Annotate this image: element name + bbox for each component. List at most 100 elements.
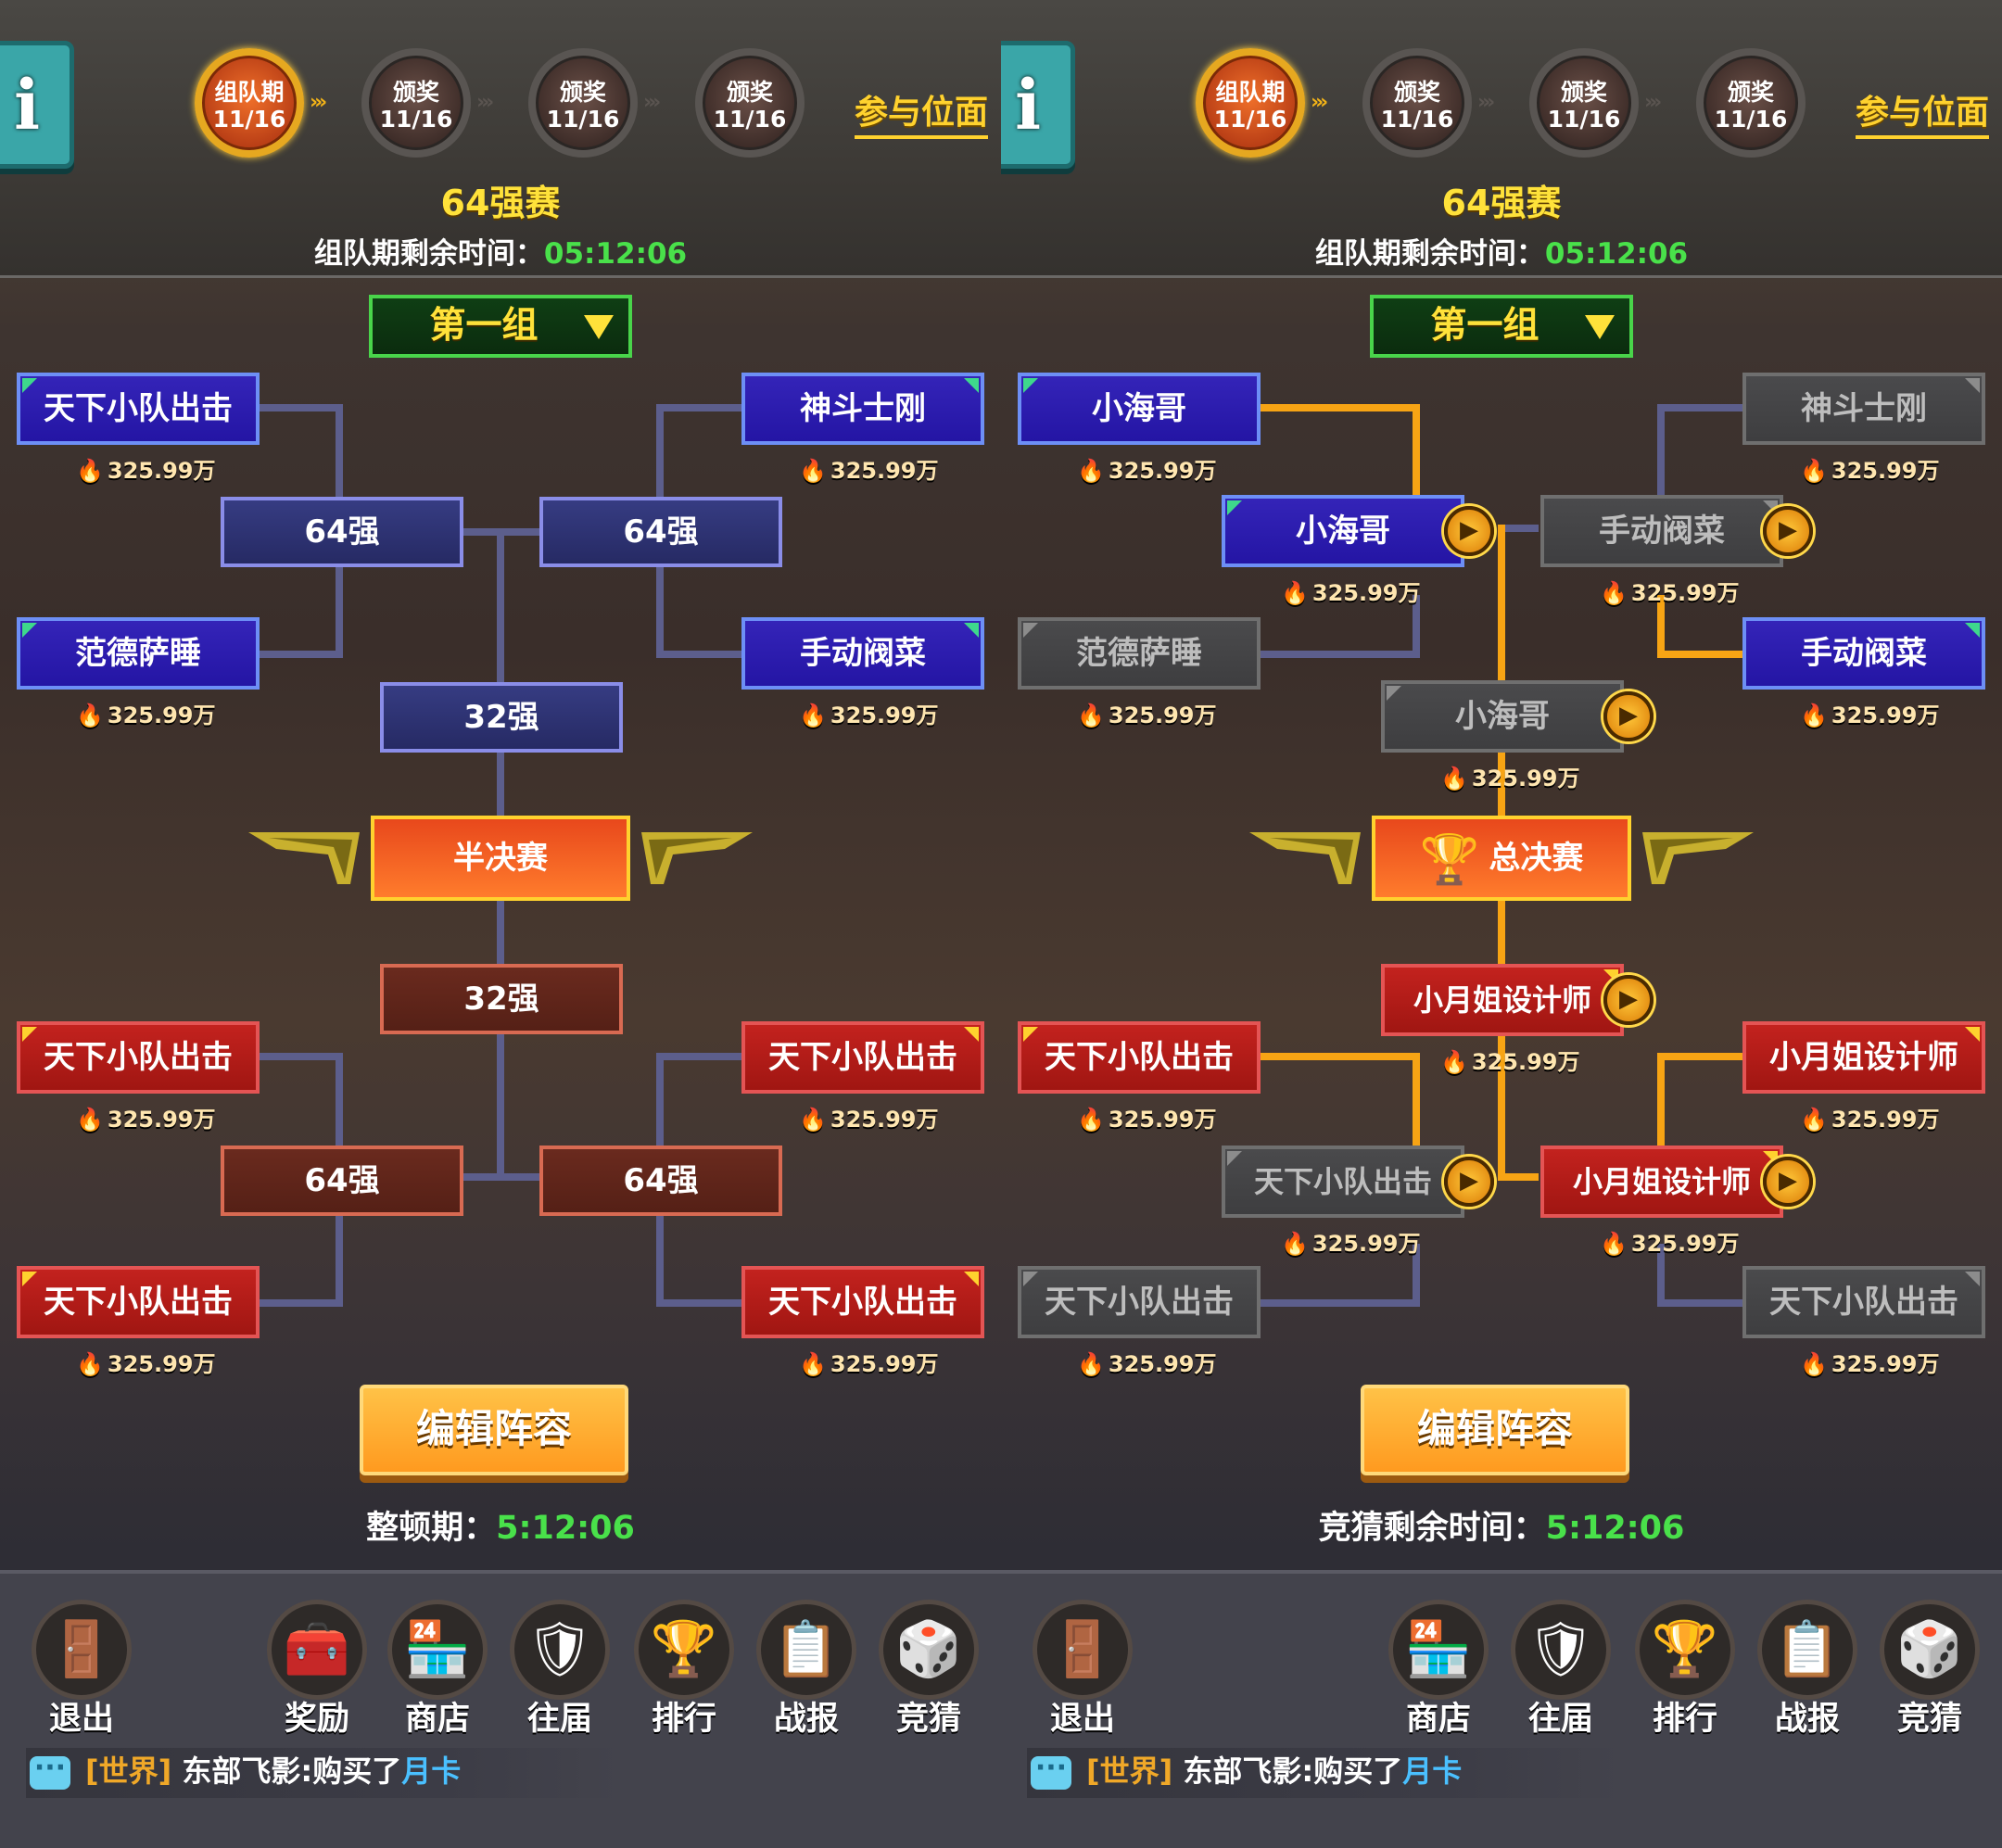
round-64-slot[interactable]: 64强	[221, 497, 463, 567]
team-slot[interactable]: 天下小队出击	[741, 1021, 984, 1094]
info-button[interactable]: i	[0, 41, 74, 169]
team-slot[interactable]: 天下小队出击	[1018, 1266, 1261, 1338]
history-button[interactable]: 🛡 往届	[1511, 1600, 1611, 1740]
team-power: 🔥 325.99万	[1800, 702, 1940, 728]
team-slot[interactable]: 手动阀菜	[741, 617, 984, 690]
team-slot[interactable]: 天下小队出击	[17, 1266, 260, 1338]
play-icon[interactable]: ▶	[1444, 1157, 1494, 1207]
exit-button[interactable]: 🚪 退出	[1033, 1600, 1133, 1740]
fire-icon: 🔥	[1800, 458, 1828, 484]
round-64-slot[interactable]: 64强	[539, 1146, 782, 1216]
team-slot[interactable]: 小月姐设计师	[1742, 1021, 1985, 1094]
rank-button[interactable]: 🏆 排行	[1635, 1600, 1735, 1740]
fire-icon: 🔥	[1800, 702, 1828, 728]
stage-award-2[interactable]: 颁奖 11/16	[1529, 48, 1639, 158]
play-icon[interactable]: ▶	[1763, 506, 1813, 556]
report-button[interactable]: 📋 战报	[756, 1600, 856, 1740]
team-slot[interactable]: 范德萨睡	[1018, 617, 1261, 690]
stage-team-up[interactable]: 组队期 11/16	[1196, 48, 1305, 158]
round-64-slot[interactable]: 64强	[221, 1146, 463, 1216]
exit-door-icon: 🚪	[32, 1600, 132, 1700]
fire-icon: 🔥	[76, 1107, 104, 1133]
guess-countdown: 竞猜剩余时间：5:12:06	[1318, 1510, 1685, 1547]
winner-slot[interactable]: 小海哥	[1222, 495, 1464, 567]
final-slot[interactable]: 🏆 总决赛	[1372, 816, 1631, 901]
team-power: 🔥 325.99万	[76, 1351, 216, 1377]
stage-team-up[interactable]: 组队期 11/16	[195, 48, 304, 158]
winner-slot[interactable]: 手动阀菜	[1540, 495, 1783, 567]
join-plane-link[interactable]: 参与位面	[1856, 85, 1990, 139]
chevron-arrows-icon: ›››	[643, 91, 661, 114]
team-slot[interactable]: 神斗士刚	[1742, 373, 1985, 445]
team-slot[interactable]: 天下小队出击	[17, 373, 260, 445]
right-wing-icon	[641, 832, 753, 884]
round-64-slot[interactable]: 64强	[539, 497, 782, 567]
report-button[interactable]: 📋 战报	[1757, 1600, 1857, 1740]
team-slot[interactable]: 天下小队出击	[1018, 1021, 1261, 1094]
fire-icon: 🔥	[1800, 1107, 1828, 1133]
left-panel: i 组队期 11/16 ››› 颁奖 11/16 ››› 颁奖 11/16 ››…	[0, 0, 1001, 1848]
fire-icon: 🔥	[1077, 458, 1105, 484]
team-power: 🔥 325.99万	[1800, 1107, 1940, 1133]
fire-icon: 🔥	[76, 458, 104, 484]
reward-button[interactable]: 🧰 奖励	[267, 1600, 367, 1740]
stage-award-1[interactable]: 颁奖 11/16	[361, 48, 471, 158]
round-32-slot[interactable]: 32强	[380, 964, 623, 1034]
fire-icon: 🔥	[1281, 1231, 1309, 1257]
semi-winner-slot[interactable]: 小月姐设计师	[1381, 964, 1624, 1036]
chevron-arrows-icon: ›››	[1311, 91, 1328, 114]
team-slot[interactable]: 手动阀菜	[1742, 617, 1985, 690]
team-slot[interactable]: 范德萨睡	[17, 617, 260, 690]
play-icon[interactable]: ▶	[1444, 506, 1494, 556]
chat-ticker[interactable]: ··· [世界] 东部飞影:购买了月卡	[26, 1748, 619, 1798]
edit-lineup-button[interactable]: 编辑阵容	[360, 1385, 628, 1475]
dropdown-arrow-icon	[1585, 315, 1615, 339]
semi-winner-slot[interactable]: 小海哥	[1381, 680, 1624, 753]
fire-icon: 🔥	[1077, 1107, 1105, 1133]
chat-bubble-icon: ···	[30, 1754, 70, 1790]
team-power: 🔥 325.99万	[799, 702, 939, 728]
history-button[interactable]: 🛡 往届	[510, 1600, 610, 1740]
stage-award-3[interactable]: 颁奖 11/16	[695, 48, 805, 158]
play-icon[interactable]: ▶	[1763, 1157, 1813, 1207]
team-power: 🔥 325.99万	[1440, 766, 1580, 791]
shop-button[interactable]: 🏪 商店	[387, 1600, 488, 1740]
guess-button[interactable]: 🎲 竞猜	[1880, 1600, 1980, 1740]
chat-bubble-icon: ···	[1031, 1754, 1071, 1790]
stage-award-1[interactable]: 颁奖 11/16	[1362, 48, 1472, 158]
round-32-slot[interactable]: 32强	[380, 682, 623, 753]
shop-button[interactable]: 🏪 商店	[1388, 1600, 1489, 1740]
fire-icon: 🔥	[799, 1107, 827, 1133]
group-dropdown[interactable]: 第一组	[369, 295, 632, 358]
exit-button[interactable]: 🚪 退出	[32, 1600, 132, 1740]
semi-final-slot[interactable]: 半决赛	[371, 816, 630, 901]
team-slot[interactable]: 小海哥	[1018, 373, 1261, 445]
winner-slot[interactable]: 小月姐设计师	[1540, 1146, 1783, 1218]
team-slot[interactable]: 天下小队出击	[1742, 1266, 1985, 1338]
rank-button[interactable]: 🏆 排行	[634, 1600, 734, 1740]
team-slot[interactable]: 神斗士刚	[741, 373, 984, 445]
stage-award-3[interactable]: 颁奖 11/16	[1696, 48, 1806, 158]
bottom-nav: 🚪 退出 🏪 商店 🛡 往届 🏆 排行 📋 战报 🎲 竞猜 ··· [世界] 东部飞影:购买了…	[1001, 1570, 2002, 1848]
right-wing-icon	[1642, 832, 1754, 884]
round-title: 64强赛	[440, 183, 561, 223]
chat-ticker[interactable]: ··· [世界] 东部飞影:购买了月卡	[1027, 1748, 1620, 1798]
top-bar: i 组队期 11/16 ››› 颁奖 11/16 ››› 颁奖 11/16 ››…	[1001, 0, 2002, 278]
winner-slot[interactable]: 天下小队出击	[1222, 1146, 1464, 1218]
round-title: 64强赛	[1441, 183, 1562, 223]
left-wing-icon	[248, 832, 360, 884]
group-dropdown[interactable]: 第一组	[1370, 295, 1633, 358]
team-slot[interactable]: 天下小队出击	[741, 1266, 984, 1338]
fire-icon: 🔥	[1600, 580, 1628, 606]
play-icon[interactable]: ▶	[1603, 975, 1654, 1025]
stage-award-2[interactable]: 颁奖 11/16	[528, 48, 638, 158]
guess-button[interactable]: 🎲 竞猜	[879, 1600, 979, 1740]
info-button[interactable]: i	[1001, 41, 1075, 169]
play-icon[interactable]: ▶	[1603, 691, 1654, 741]
edit-lineup-button[interactable]: 编辑阵容	[1361, 1385, 1629, 1475]
team-slot[interactable]: 天下小队出击	[17, 1021, 260, 1094]
trophy-icon: 🏆	[1419, 831, 1480, 888]
mystery-box-icon: 🎲	[879, 1600, 979, 1700]
fire-icon: 🔥	[1077, 702, 1105, 728]
join-plane-link[interactable]: 参与位面	[855, 85, 989, 139]
